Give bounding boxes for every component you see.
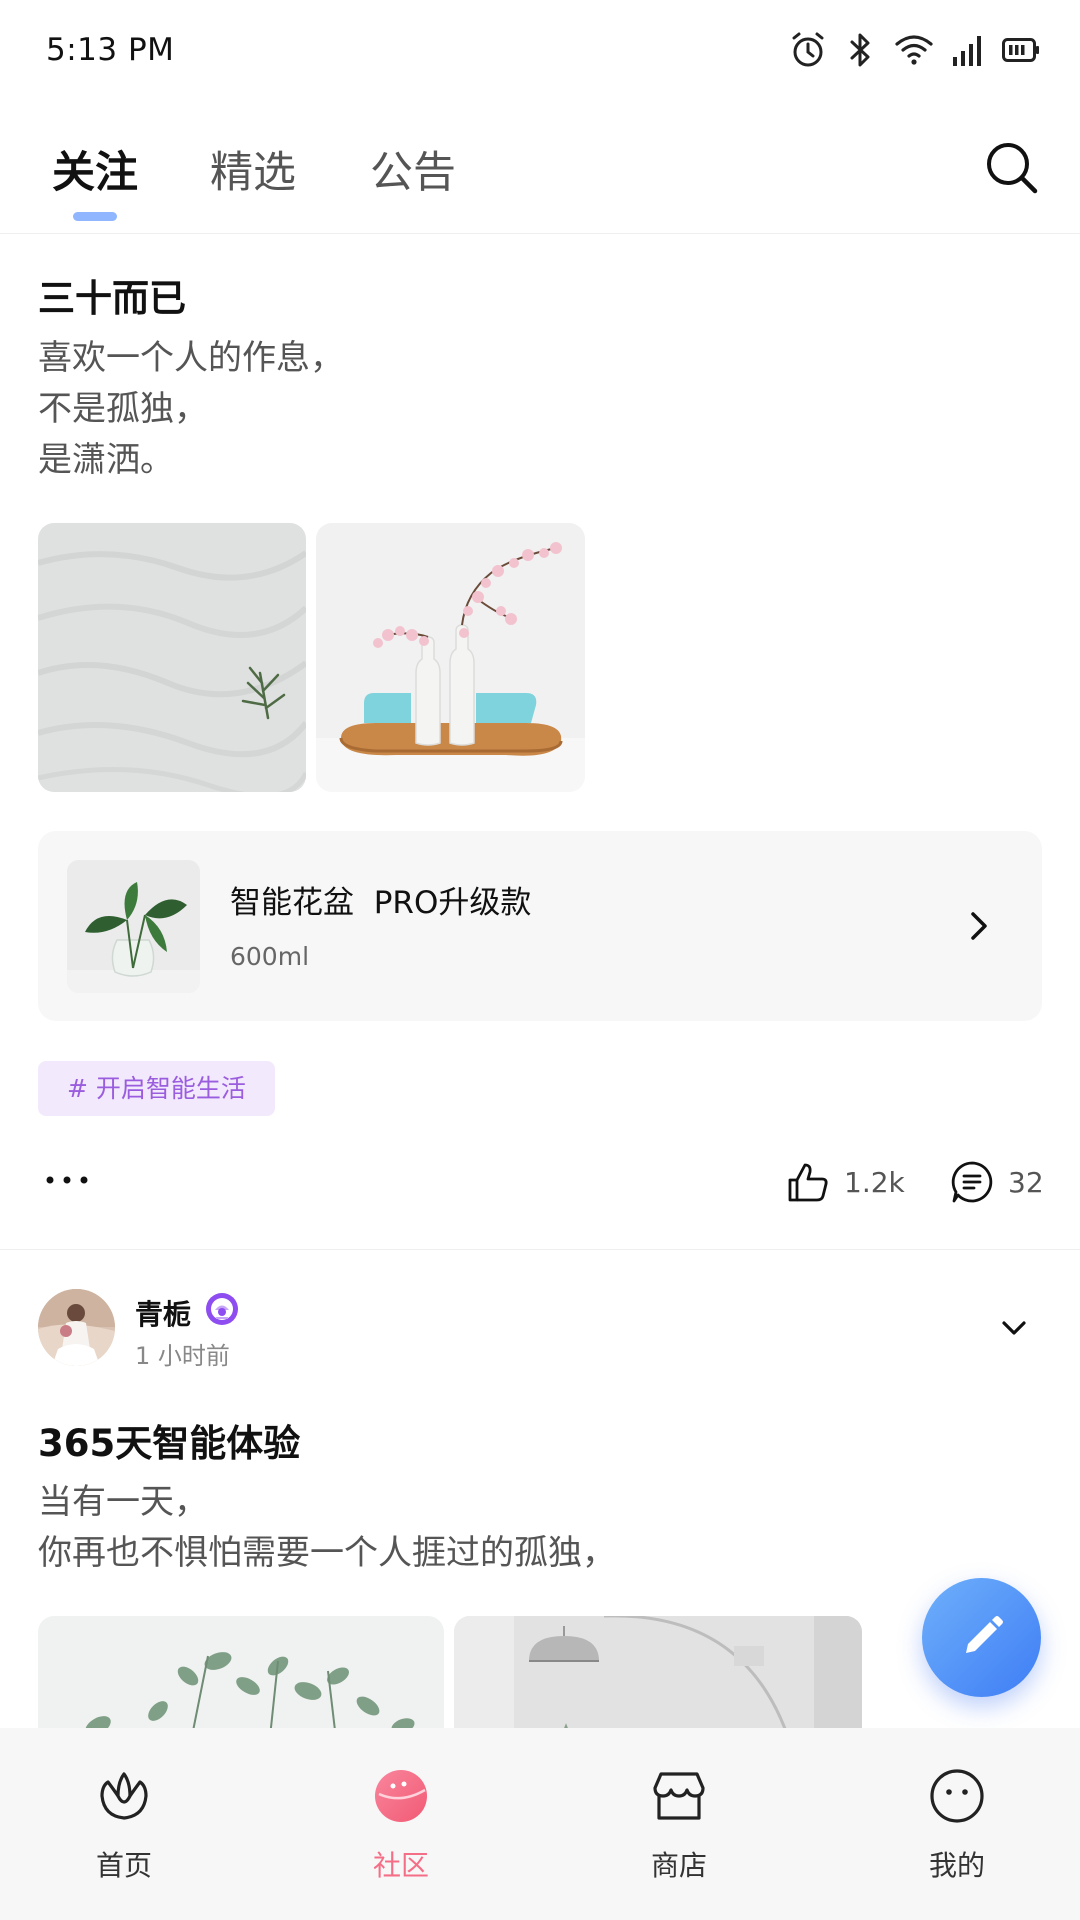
status-time: 5:13 PM xyxy=(46,32,175,68)
chevron-down-icon xyxy=(1002,1321,1026,1335)
tab-announcements[interactable]: 公告 xyxy=(370,138,456,200)
comment-icon xyxy=(951,1161,993,1203)
product-card[interactable]: 智能花盆 PRO升级款 600ml xyxy=(38,831,1042,1021)
active-tab-indicator xyxy=(73,212,117,221)
comment-button[interactable]: 32 xyxy=(950,1160,1044,1204)
nav-label: 我的 xyxy=(928,1849,985,1882)
status-bar: 5:13 PM xyxy=(0,0,1080,100)
post-title[interactable]: 三十而已 xyxy=(38,268,186,322)
nav-item-store[interactable]: 商店 xyxy=(609,1728,749,1920)
post-body-line: 是潇洒。 xyxy=(38,440,174,480)
product-thumbnail xyxy=(67,860,200,993)
signal-icon xyxy=(953,36,981,66)
post-body-line: 当有一天， xyxy=(38,1482,208,1522)
post-image-blossom-vases[interactable] xyxy=(316,523,585,792)
thumbs-up-icon xyxy=(788,1163,828,1202)
product-volume: 600ml xyxy=(230,942,310,971)
chevron-right-icon xyxy=(971,912,987,940)
product-name: 智能花盆 PRO升级款 xyxy=(230,885,532,921)
more-options-button[interactable] xyxy=(42,1170,92,1190)
search-button[interactable] xyxy=(984,140,1040,196)
post-body: 喜欢一个人的作息， 不是孤独， 是潇洒。 xyxy=(38,333,344,486)
verified-badge-icon xyxy=(206,1293,238,1325)
post-body: 当有一天， 你再也不惧怕需要一个人捱过的孤独， xyxy=(38,1477,616,1579)
author-name[interactable]: 青栀 xyxy=(135,1293,191,1333)
topic-tag[interactable]: # 开启智能生活 xyxy=(38,1061,275,1116)
expand-button[interactable] xyxy=(996,1313,1032,1343)
nav-item-me[interactable]: 我的 xyxy=(887,1728,1027,1920)
nav-label: 社区 xyxy=(372,1849,429,1882)
post-body-line: 你再也不惧怕需要一个人捱过的孤独， xyxy=(38,1533,616,1573)
tab-featured[interactable]: 精选 xyxy=(210,138,296,200)
planet-icon xyxy=(375,1770,427,1822)
status-icons xyxy=(788,30,1040,70)
comment-count: 32 xyxy=(1008,1165,1044,1199)
bluetooth-icon xyxy=(850,33,870,67)
avatar[interactable] xyxy=(38,1289,115,1366)
post-title[interactable]: 365天智能体验 xyxy=(38,1413,300,1467)
post-divider xyxy=(0,1249,1080,1250)
tulip-icon xyxy=(100,1772,148,1820)
like-count: 1.2k xyxy=(844,1165,905,1199)
nav-label: 首页 xyxy=(95,1849,152,1882)
compose-button[interactable] xyxy=(922,1578,1041,1697)
search-icon xyxy=(987,143,1038,194)
post-body-line: 喜欢一个人的作息， xyxy=(38,338,344,378)
tab-follow[interactable]: 关注 xyxy=(52,138,138,200)
nav-label: 商店 xyxy=(650,1849,707,1882)
post-time: 1 小时前 xyxy=(135,1342,230,1370)
alarm-icon xyxy=(792,32,824,67)
verified-badge xyxy=(205,1292,239,1326)
pencil-icon xyxy=(966,1616,1003,1653)
like-button[interactable]: 1.2k xyxy=(786,1160,905,1204)
bottom-nav: 首页 社区 商店 我的 xyxy=(0,1728,1080,1920)
nav-item-community[interactable]: 社区 xyxy=(331,1728,471,1920)
face-icon xyxy=(930,1769,984,1823)
post-body-line: 不是孤独， xyxy=(38,389,208,429)
nav-item-home[interactable]: 首页 xyxy=(54,1728,194,1920)
post-image-sand-plant[interactable] xyxy=(38,523,306,792)
wifi-icon xyxy=(895,35,933,65)
top-tabs: 关注 精选 公告 xyxy=(0,100,1080,234)
more-dots-icon xyxy=(46,1176,88,1184)
store-icon xyxy=(653,1772,705,1820)
battery-icon xyxy=(1002,38,1039,62)
